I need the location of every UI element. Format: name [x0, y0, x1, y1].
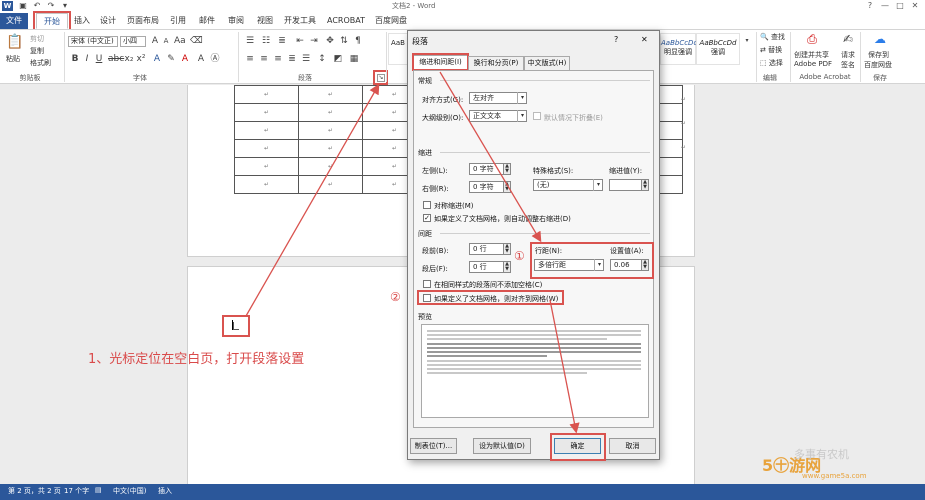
faint-watermark: 多事有农机 — [794, 448, 849, 461]
language-status[interactable]: 中文(中国) — [113, 486, 146, 496]
arrow-to-ok — [549, 299, 580, 434]
arrow-to-launcher — [245, 83, 380, 317]
annotation-arrows — [245, 71, 580, 434]
insert-mode[interactable]: 插入 — [158, 486, 172, 496]
word-count[interactable]: 17 个字 — [64, 486, 89, 496]
arrow-to-line-spacing — [439, 71, 542, 243]
page-count[interactable]: 第 2 页，共 2 页 — [8, 486, 61, 496]
proofing-icon[interactable]: ▤ — [95, 486, 102, 494]
site-watermark-url: www.game5a.com — [802, 472, 867, 480]
